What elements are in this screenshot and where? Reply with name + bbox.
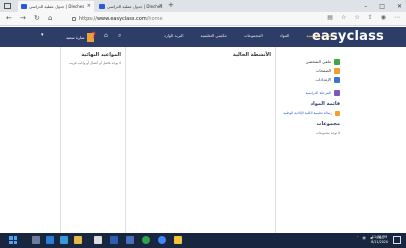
- favorite-star-icon[interactable]: ☆: [341, 14, 346, 21]
- url-path: /home: [146, 16, 163, 22]
- window-controls: – □ ✕: [364, 0, 402, 12]
- url-scheme: https://: [79, 16, 97, 22]
- tab-label: جدول عملية الدراسي | Dleches: [29, 4, 85, 9]
- favicon-icon: [99, 4, 105, 9]
- search-icon[interactable]: [32, 236, 40, 244]
- site-header: easyclass الصفحة الرئيسية المواد المجموع…: [0, 27, 406, 47]
- chrome-icon[interactable]: [158, 236, 166, 244]
- forward-icon[interactable]: →: [20, 14, 26, 22]
- whatsapp-icon[interactable]: [142, 236, 150, 244]
- reading-view-icon[interactable]: ▤: [327, 14, 333, 21]
- deadlines-panel: المواعيد النهائية لا يوجد فاصل أو أعمال …: [60, 47, 126, 233]
- windows-start-icon[interactable]: [9, 236, 17, 244]
- chevron-down-icon[interactable]: ▾: [41, 32, 44, 38]
- more-icon[interactable]: ⋯: [394, 14, 400, 21]
- courses-section-title: قائمة المواد: [310, 101, 340, 107]
- sidebar-item-label: الصفحات: [315, 68, 331, 73]
- app-icon[interactable]: [174, 236, 182, 244]
- settings-icon: [334, 76, 340, 83]
- user-name: سارة سعيد: [66, 34, 85, 40]
- word-icon[interactable]: [110, 236, 118, 244]
- address-bar: ← → ↻ ⌂ https://www.easyclass.com/home ▤…: [0, 12, 406, 26]
- store-icon[interactable]: [94, 236, 102, 244]
- windows-taskbar: ˄ ▦ ◀ ENG 11:38 PM 8/11/2020: [0, 233, 406, 248]
- lock-icon: [72, 17, 76, 21]
- course-item-label: رسالة تعليمية الكلية الإكادية الوطنية: [283, 111, 332, 115]
- page-body: المواعيد النهائية لا يوجد فاصل أو أعمال …: [0, 47, 406, 233]
- course-icon: [335, 110, 340, 116]
- nav-library[interactable]: مكتبتي التعليمية: [200, 33, 226, 38]
- course-item[interactable]: رسالة تعليمية الكلية الإكادية الوطنية: [276, 109, 340, 117]
- logo-part2: class: [346, 29, 384, 44]
- sidebar-item-label: الإعدادات: [315, 77, 331, 82]
- browser-tab-strip: جدول عملية الدراسي | Dleches × جدول عملي…: [0, 0, 406, 12]
- browser-toolbar: ▤ ☆ ☆ ⇪ ◉ ⋯: [327, 14, 400, 21]
- nav-home[interactable]: الصفحة الرئيسية: [306, 33, 334, 38]
- nav-groups[interactable]: المجموعات: [244, 33, 263, 38]
- back-icon[interactable]: ←: [6, 14, 12, 22]
- chevron-up-icon[interactable]: ˄: [357, 236, 359, 240]
- notification-icon[interactable]: [393, 236, 401, 244]
- pages-icon: [334, 67, 340, 74]
- groups-empty-text: لا توجد مجموعات: [316, 131, 340, 135]
- close-tab-icon[interactable]: ×: [87, 1, 91, 12]
- school-icon: [334, 89, 340, 96]
- new-tab-button[interactable]: +: [168, 1, 174, 9]
- deadlines-empty-text: لا يوجد فاصل أو أعمال أو واجب قريب: [68, 61, 121, 65]
- window-menu-icon[interactable]: [4, 3, 11, 9]
- close-window-icon[interactable]: ✕: [397, 3, 402, 10]
- url-host: www.easyclass.com: [96, 16, 147, 22]
- library-icon[interactable]: ⌂: [104, 32, 108, 39]
- browser-tab-1[interactable]: جدول عملية الدراسي | Dleches ×: [18, 1, 94, 12]
- top-navigation: الصفحة الرئيسية المواد المجموعات مكتبتي …: [164, 33, 334, 38]
- sidebar-menu: ملفي الشخصي الصفحات الإعدادات المرحلة ال…: [276, 57, 340, 137]
- sidebar-item-settings[interactable]: الإعدادات: [276, 75, 340, 84]
- task-view-icon[interactable]: [60, 236, 68, 244]
- favicon-icon: [21, 4, 27, 9]
- sidebar-item-profile[interactable]: ملفي الشخصي: [276, 57, 340, 66]
- url-field[interactable]: https://www.easyclass.com/home: [72, 15, 302, 24]
- activity-panel: الأنشطة الحالية: [126, 47, 276, 233]
- search-icon[interactable]: ⌕: [118, 32, 121, 40]
- activity-title: الأنشطة الحالية: [232, 52, 271, 58]
- close-tab-icon[interactable]: ×: [159, 1, 163, 12]
- school-level-link[interactable]: المرحلة الدراسية: [276, 88, 340, 97]
- profile-icon[interactable]: ◉: [381, 14, 386, 21]
- favorites-icon[interactable]: ☆: [354, 14, 359, 21]
- sidebar-item-label: ملفي الشخصي: [305, 59, 331, 64]
- nav-courses[interactable]: المواد: [280, 33, 290, 38]
- deadlines-title: المواعيد النهائية: [81, 52, 121, 58]
- minimize-icon[interactable]: –: [364, 3, 367, 10]
- sidebar: ملفي الشخصي الصفحات الإعدادات المرحلة ال…: [276, 47, 346, 233]
- clock[interactable]: 11:38 PM 8/11/2020: [371, 235, 388, 245]
- home-icon[interactable]: ⌂: [48, 14, 52, 22]
- clock-date: 8/11/2020: [371, 240, 388, 244]
- profile-icon: [334, 58, 340, 65]
- school-level-label: المرحلة الدراسية: [305, 90, 331, 95]
- sidebar-item-pages[interactable]: الصفحات: [276, 66, 340, 75]
- tab-label: جدول عملية الدراسي | Dleches: [107, 4, 163, 9]
- nav-inbox[interactable]: البريد الوارد: [164, 33, 183, 38]
- browser-tab-2[interactable]: جدول عملية الدراسي | Dleches ×: [96, 1, 166, 12]
- groups-section-title: مجموعات: [316, 121, 340, 127]
- file-explorer-icon[interactable]: [74, 236, 82, 244]
- edge-icon[interactable]: [46, 236, 54, 244]
- maximize-icon[interactable]: □: [379, 3, 385, 10]
- refresh-icon[interactable]: ↻: [34, 14, 40, 22]
- share-icon[interactable]: ⇪: [368, 14, 373, 21]
- help-icon[interactable]: ❓: [90, 32, 97, 39]
- network-icon[interactable]: ▦: [362, 236, 365, 240]
- app-icon[interactable]: [126, 236, 134, 244]
